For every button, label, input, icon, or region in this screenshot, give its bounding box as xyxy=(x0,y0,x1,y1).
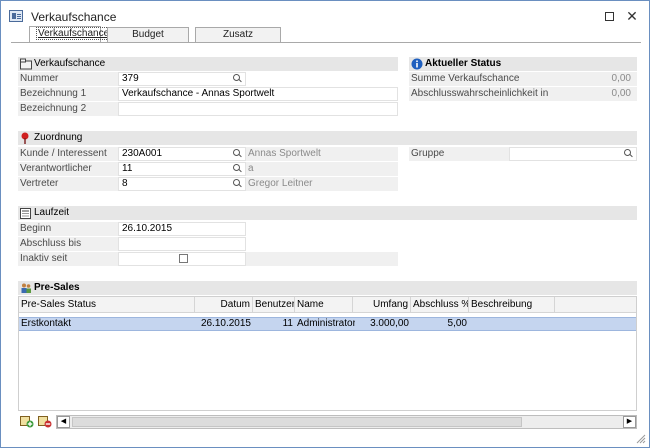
cell-abschluss: 5,00 xyxy=(447,318,467,329)
abschluss-bis-label: Abschluss bis xyxy=(18,237,118,251)
scroll-thumb[interactable] xyxy=(72,417,522,427)
search-icon[interactable] xyxy=(233,149,242,159)
horizontal-scrollbar[interactable]: ◀ ▶ xyxy=(56,415,637,429)
calendar-icon xyxy=(20,208,31,219)
bezeichnung2-label: Bezeichnung 2 xyxy=(18,102,118,116)
bezeichnung1-label: Bezeichnung 1 xyxy=(18,87,118,101)
summe-value: 0,00 xyxy=(549,72,637,86)
folder-icon xyxy=(20,58,32,70)
verantwortlicher-label: Verantwortlicher xyxy=(18,162,118,176)
wahrscheinlichkeit-label: Abschlusswahrscheinlichkeit in % xyxy=(409,87,549,101)
info-icon xyxy=(411,58,423,70)
cell-datum: 26.10.2015 xyxy=(200,318,251,329)
vertreter-value: 8 xyxy=(122,178,128,189)
section-title: Pre-Sales xyxy=(34,282,80,293)
section-title: Aktueller Status xyxy=(425,58,502,69)
cell-name: Administrator xyxy=(297,318,355,329)
table-header: Pre-Sales Status Datum Benutzer Name Umf… xyxy=(19,297,636,313)
section-title: Verkaufschance xyxy=(34,58,106,69)
gruppe-label: Gruppe xyxy=(409,147,509,161)
tab-strip: Verkaufschance Budget Zusatz xyxy=(11,26,643,43)
add-row-icon[interactable] xyxy=(20,415,34,428)
verantwortlicher-name: a xyxy=(246,162,398,176)
verantwortlicher-value: 11 xyxy=(122,163,133,174)
inaktiv-date-field xyxy=(246,252,398,266)
tab-zusatz[interactable]: Zusatz xyxy=(195,27,281,42)
search-icon[interactable] xyxy=(624,149,633,159)
wahrscheinlichkeit-value: 0,00 xyxy=(549,87,637,101)
tab-label: Verkaufschance xyxy=(36,27,112,40)
section-status: Aktueller Status xyxy=(409,57,637,71)
kunde-name: Annas Sportwelt xyxy=(246,147,398,161)
close-button[interactable]: ✕ xyxy=(621,7,643,25)
section-title: Zuordnung xyxy=(34,132,83,143)
verantwortlicher-field[interactable]: 11 xyxy=(118,162,246,176)
inaktiv-seit-label: Inaktiv seit xyxy=(18,252,118,266)
summe-label: Summe Verkaufschance xyxy=(409,72,549,86)
section-title: Laufzeit xyxy=(34,207,70,218)
maximize-button[interactable] xyxy=(598,7,620,25)
column-header-abschluss[interactable]: Abschluss % xyxy=(411,297,469,313)
nummer-field[interactable]: 379 xyxy=(118,72,246,86)
presales-table[interactable]: Pre-Sales Status Datum Benutzer Name Umf… xyxy=(18,296,637,411)
nummer-label: Nummer xyxy=(18,72,118,86)
section-verkaufschance: Verkaufschance xyxy=(18,57,398,71)
table-row[interactable]: Erstkontakt 26.10.2015 11 Administrator … xyxy=(19,317,636,331)
column-header-umfang[interactable]: Umfang xyxy=(353,297,411,313)
window-title: Verkaufschance xyxy=(31,10,117,24)
section-zuordnung: Zuordnung xyxy=(18,131,637,145)
bezeichnung2-field[interactable] xyxy=(118,102,398,116)
kunde-label: Kunde / Interessent xyxy=(18,147,118,161)
cell-umfang: 3.000,00 xyxy=(370,318,409,329)
delete-row-icon[interactable] xyxy=(38,415,52,428)
search-icon[interactable] xyxy=(233,74,242,84)
table-toolbar: ◀ ▶ xyxy=(18,414,637,430)
resize-grip-icon[interactable] xyxy=(636,434,646,444)
column-header-name[interactable]: Name xyxy=(295,297,353,313)
cell-status: Erstkontakt xyxy=(21,318,72,329)
inaktiv-seit-field xyxy=(118,252,246,266)
column-header-benutzer[interactable]: Benutzer xyxy=(253,297,295,313)
vertreter-name: Gregor Leitner xyxy=(246,177,398,191)
scroll-left-button[interactable]: ◀ xyxy=(57,416,70,428)
cell-beschreibung xyxy=(469,318,555,330)
tab-verkaufschance[interactable]: Verkaufschance xyxy=(29,26,112,43)
kunde-field[interactable]: 230A001 xyxy=(118,147,246,161)
search-icon[interactable] xyxy=(233,164,242,174)
bezeichnung1-field[interactable]: Verkaufschance - Annas Sportwelt xyxy=(118,87,398,101)
app-icon xyxy=(9,10,23,22)
abschluss-bis-field[interactable] xyxy=(118,237,246,251)
section-presales: Pre-Sales xyxy=(18,281,637,295)
people-icon xyxy=(21,283,31,293)
beginn-field[interactable]: 26.10.2015 xyxy=(118,222,246,236)
beginn-label: Beginn xyxy=(18,222,118,236)
section-laufzeit: Laufzeit xyxy=(18,206,637,220)
gruppe-field[interactable] xyxy=(509,147,637,161)
vertreter-label: Vertreter xyxy=(18,177,118,191)
tab-budget[interactable]: Budget xyxy=(107,27,189,42)
pin-icon xyxy=(21,132,29,144)
window: Verkaufschance ✕ Verkaufschance Budget Z… xyxy=(0,0,650,448)
kunde-value: 230A001 xyxy=(122,148,163,159)
vertreter-field[interactable]: 8 xyxy=(118,177,246,191)
search-icon[interactable] xyxy=(233,179,242,189)
column-header-datum[interactable]: Datum xyxy=(195,297,253,313)
column-header-beschreibung[interactable]: Beschreibung xyxy=(469,297,555,313)
column-header-status[interactable]: Pre-Sales Status xyxy=(19,297,195,313)
inaktiv-checkbox[interactable] xyxy=(179,254,188,263)
maximize-icon xyxy=(604,12,614,21)
scroll-right-button[interactable]: ▶ xyxy=(623,416,636,428)
cell-benutzer: 11 xyxy=(282,318,293,329)
tab-divider xyxy=(11,42,641,43)
nummer-value: 379 xyxy=(122,73,139,84)
